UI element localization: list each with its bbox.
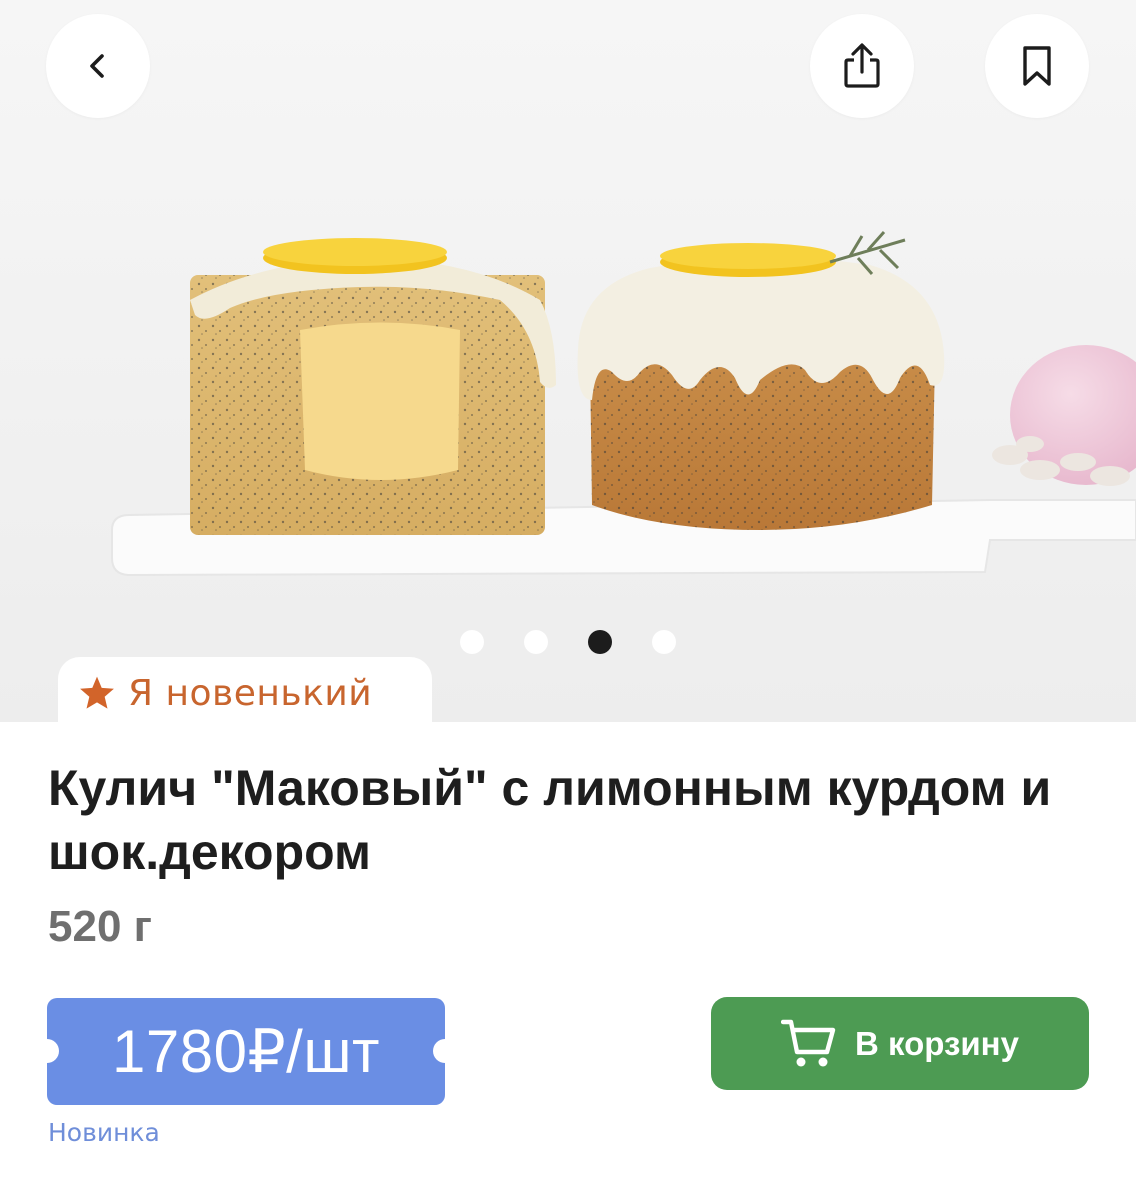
share-icon: [844, 43, 880, 88]
price-value: 1780₽/шт: [112, 1017, 380, 1085]
gallery-dot[interactable]: [652, 630, 676, 654]
product-title: Кулич "Маковый" с лимонным курдом и шок.…: [48, 760, 1052, 880]
bookmark-icon: [1023, 46, 1051, 86]
new-customer-badge: Я новенький: [58, 657, 432, 729]
cart-icon: [781, 1018, 837, 1070]
gallery-pagination: [460, 630, 676, 654]
new-product-label: Новинка: [48, 1118, 160, 1147]
share-button[interactable]: [810, 14, 914, 118]
star-icon: [78, 675, 116, 711]
price-tag: 1780₽/шт: [47, 998, 445, 1105]
back-button[interactable]: [46, 14, 150, 118]
product-photo: [111, 231, 1136, 577]
bookmark-button[interactable]: [985, 14, 1089, 118]
product-weight: 520 г: [48, 902, 152, 951]
badge-label: Я новенький: [128, 672, 373, 714]
chevron-left-icon: [90, 54, 104, 78]
gallery-dot-active[interactable]: [588, 630, 612, 654]
add-to-cart-label: В корзину: [855, 1024, 1019, 1062]
gallery-dot[interactable]: [460, 630, 484, 654]
gallery-dot[interactable]: [524, 630, 548, 654]
product-image-gallery[interactable]: [0, 0, 1136, 722]
add-to-cart-button[interactable]: В корзину: [711, 997, 1089, 1090]
